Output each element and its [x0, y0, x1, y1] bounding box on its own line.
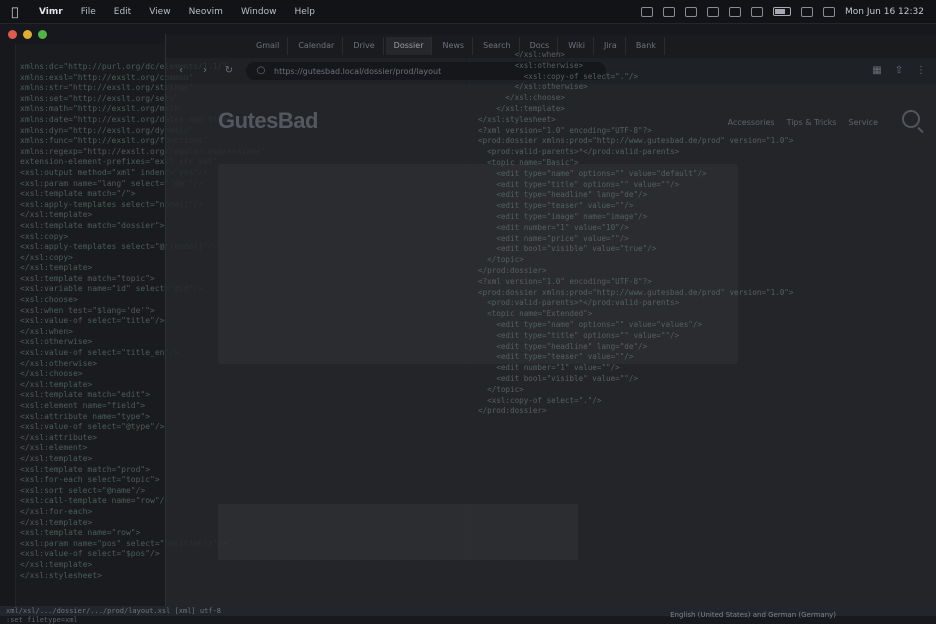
minimize-button[interactable] — [23, 30, 32, 39]
apple-icon[interactable]:  — [0, 5, 30, 19]
close-button[interactable] — [8, 30, 17, 39]
code-line: <edit type="headline" lang="de"/> — [478, 190, 648, 200]
line-gutter — [0, 44, 16, 606]
right-editor-pane[interactable]: </xsl:when> <xsl:otherwise> <xsl:copy-of… — [470, 44, 936, 606]
editor-window: xmlns:dc="http://purl.org/dc/elements/1.… — [0, 24, 936, 624]
browser-tab[interactable]: News — [434, 37, 474, 55]
code-line: </prod:dossier> — [478, 265, 547, 275]
code-line: </xsl:when> — [478, 50, 565, 59]
wifi-icon[interactable] — [800, 6, 813, 17]
menu-item-window[interactable]: Window — [232, 7, 286, 17]
right-code-area[interactable]: </xsl:when> <xsl:otherwise> <xsl:copy-of… — [478, 50, 928, 417]
code-line: <edit number="1" value="10"/> — [478, 222, 629, 232]
battery-icon[interactable] — [772, 7, 791, 16]
language-hint: English (United States) and German (Germ… — [670, 611, 836, 619]
code-line: <edit bool="visible" value="true"/> — [478, 244, 657, 254]
play-icon[interactable] — [728, 6, 741, 17]
sync-icon[interactable] — [750, 6, 763, 17]
code-line: <edit bool="visible" value=""/> — [478, 373, 639, 383]
code-line: <prod:valid-parents>*</prod:valid-parent… — [478, 298, 680, 308]
browser-tab[interactable]: Dossier — [385, 37, 433, 55]
browser-tab[interactable]: Gmail — [248, 37, 289, 55]
code-line: </prod:dossier> — [478, 406, 547, 416]
code-line: <edit type="image" name="image"/> — [478, 211, 648, 221]
code-line: </topic> — [478, 384, 524, 394]
code-line: <prod:dossier xmlns:prod="http://www.gut… — [478, 136, 794, 146]
code-line: <?xml version="1.0" encoding="UTF-8"?> — [478, 125, 652, 135]
menu-item-edit[interactable]: Edit — [105, 7, 140, 17]
status-area: Mon Jun 16 12:32 — [640, 6, 936, 17]
code-line: <edit type="teaser" value=""/> — [478, 201, 634, 211]
menu-bar:  VimrFileEditViewNeovimWindowHelp Mon J… — [0, 0, 936, 24]
menu-item-view[interactable]: View — [140, 7, 179, 17]
forward-icon[interactable]: › — [198, 64, 212, 78]
lock-icon: ○ — [256, 65, 266, 76]
menu-item-neovim[interactable]: Neovim — [180, 7, 232, 17]
url-text: https://gutesbad.local/dossier/prod/layo… — [274, 66, 442, 76]
menu-item-vimr[interactable]: Vimr — [30, 7, 72, 17]
code-line: <edit type="teaser" value=""/> — [478, 352, 634, 362]
code-line: <edit number="1" value=""/> — [478, 363, 620, 373]
code-line: <prod:valid-parents>*</prod:valid-parent… — [478, 147, 680, 157]
code-line: <edit type="headline" lang="de"/> — [478, 341, 648, 351]
code-line: </xsl:choose> — [478, 93, 565, 103]
code-line: <xsl:copy-of select="."/> — [478, 395, 602, 405]
site-logo[interactable]: GutesBad — [218, 108, 318, 134]
screen-icon[interactable] — [706, 6, 719, 17]
back-icon[interactable]: ‹ — [174, 64, 188, 78]
window-controls — [8, 30, 47, 39]
code-line: </xsl:template> — [478, 103, 565, 113]
menu-items: Vimr File Edit View Neovim Window Help — [30, 7, 324, 17]
bluetooth-icon[interactable] — [662, 6, 675, 17]
code-line: <topic name="Basic"> — [478, 157, 579, 167]
menu-item-file[interactable]: File — [72, 7, 105, 17]
code-line: </topic> — [478, 255, 524, 265]
code-line: <edit type="name" options="" value="defa… — [478, 168, 707, 178]
browser-tab[interactable]: Drive — [345, 37, 384, 55]
code-line: </xsl:stylesheet> — [478, 114, 556, 124]
browser-tab[interactable]: Calendar — [290, 37, 344, 55]
code-line: <xsl:otherwise> — [478, 60, 584, 70]
notification-icon[interactable] — [640, 6, 653, 17]
menu-item-help[interactable]: Help — [285, 7, 324, 17]
github-icon[interactable] — [684, 6, 697, 17]
reload-icon[interactable]: ↻ — [222, 64, 236, 78]
code-line: <edit type="title" options="" value=""/> — [478, 330, 680, 340]
zoom-button[interactable] — [38, 30, 47, 39]
code-line: <topic name="Extended"> — [478, 309, 593, 319]
code-line: <prod:dossier xmlns:prod="http://www.gut… — [478, 287, 794, 297]
menu-clock[interactable]: Mon Jun 16 12:32 — [845, 7, 924, 17]
code-line: <edit type="title" options="" value=""/> — [478, 179, 680, 189]
control-center-icon[interactable] — [822, 6, 835, 17]
code-line: <edit type="name" options="" value="valu… — [478, 319, 703, 329]
code-line: <edit name="price" value=""/> — [478, 233, 629, 243]
code-line: <?xml version="1.0" encoding="UTF-8"?> — [478, 276, 652, 286]
code-line: <xsl:copy-of select="."/> — [478, 71, 639, 81]
code-line: </xsl:otherwise> — [478, 82, 588, 92]
